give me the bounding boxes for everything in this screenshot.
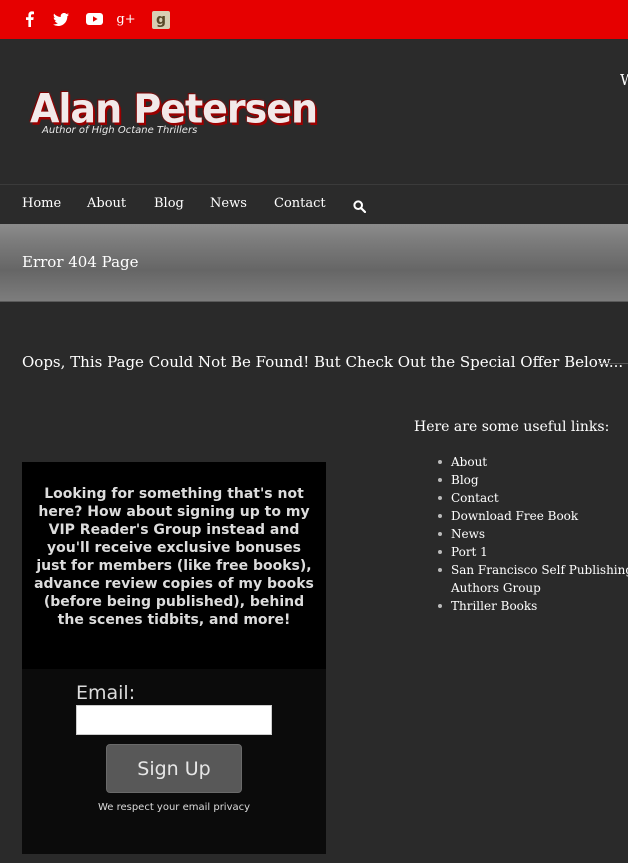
link-thriller-books[interactable]: Thriller Books [435,597,628,615]
page-title: Error 404 Page [22,253,139,271]
link-port-1[interactable]: Port 1 [435,543,628,561]
site-header: Alan Petersen Author of High Octane Thri… [0,39,628,184]
link-contact[interactable]: Contact [435,489,628,507]
main-nav: Home About Blog News Contact [0,184,628,225]
nav-item-contact[interactable]: Contact [274,196,326,211]
useful-links-title: Here are some useful links: [414,419,610,435]
nav-item-blog[interactable]: Blog [154,196,184,211]
link-sf-self-publishing-group[interactable]: San Francisco Self Publishing Authors Gr… [435,561,628,597]
useful-links-list: About Blog Contact Download Free Book Ne… [435,453,628,615]
header-cut-text: W [620,71,628,89]
sign-up-button[interactable]: Sign Up [106,744,242,793]
page-title-bar: Error 404 Page [0,224,628,302]
optin-box: Looking for something that's not here? H… [22,462,326,854]
facebook-icon[interactable] [22,7,36,31]
youtube-icon[interactable] [85,7,103,31]
optin-form-area: Email: Sign Up We respect your email pri… [22,669,326,854]
logo-tagline: Author of High Octane Thrillers [42,125,198,136]
heading-divider [598,363,628,364]
optin-text: Looking for something that's not here? H… [34,486,314,628]
link-download-free-book[interactable]: Download Free Book [435,507,628,525]
email-input[interactable] [76,705,272,735]
nav-item-news[interactable]: News [210,196,247,211]
link-blog[interactable]: Blog [435,471,628,489]
nav-item-home[interactable]: Home [22,196,61,211]
goodreads-icon[interactable]: g [151,8,171,32]
privacy-note: We respect your email privacy [97,802,251,813]
google-plus-icon[interactable]: g+ [116,7,135,31]
email-label: Email: [76,682,136,704]
social-bar: g+ g [0,0,628,39]
error-heading: Oops, This Page Could Not Be Found! But … [22,353,624,371]
twitter-icon[interactable] [52,7,70,31]
nav-item-about[interactable]: About [87,196,126,211]
link-about[interactable]: About [435,453,628,471]
search-icon[interactable] [353,198,367,217]
goodreads-glyph: g [152,11,170,29]
link-news[interactable]: News [435,525,628,543]
